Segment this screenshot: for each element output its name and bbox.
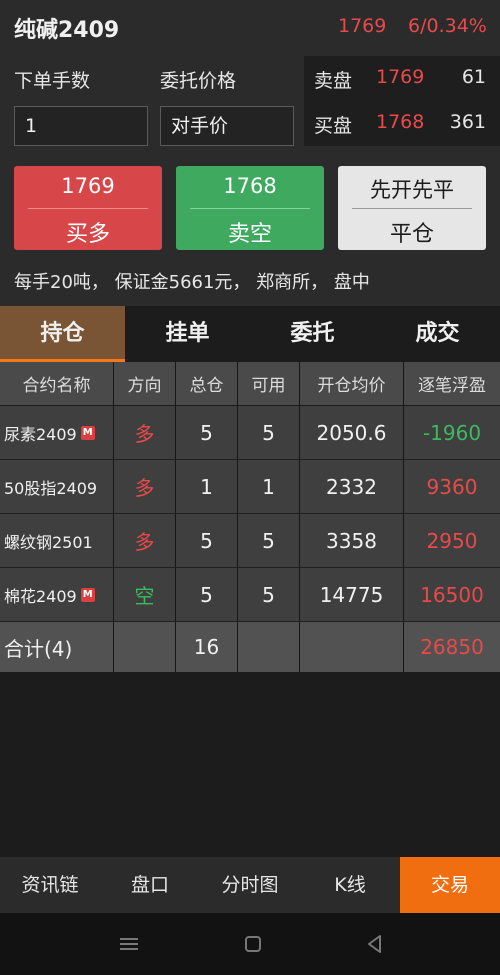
- sell-price: 1768: [223, 174, 277, 198]
- nav-intraday[interactable]: 分时图: [200, 857, 300, 913]
- contract-name: 螺纹钢2501: [4, 532, 93, 552]
- avg-price-cell: 2332: [300, 460, 404, 513]
- contract-name: 棉花2409: [4, 586, 77, 606]
- home-icon[interactable]: [241, 933, 265, 955]
- tab-positions[interactable]: 持仓: [0, 306, 125, 362]
- buy-long-button[interactable]: 1769 买多: [14, 166, 162, 250]
- available-cell: 5: [238, 406, 300, 459]
- nav-quote[interactable]: 盘口: [100, 857, 200, 913]
- total-cell: 5: [176, 568, 238, 621]
- total-available-cell: [238, 622, 300, 672]
- nav-news[interactable]: 资讯链: [0, 857, 100, 913]
- col-available: 可用: [238, 362, 300, 405]
- total-cell: 5: [176, 406, 238, 459]
- back-icon[interactable]: [363, 933, 387, 955]
- table-row[interactable]: 棉花2409 M 空 5 5 14775 16500: [0, 568, 500, 622]
- main-contract-badge: M: [80, 587, 95, 602]
- table-header: 合约名称 方向 总仓 可用 开仓均价 逐笔浮盈: [0, 362, 500, 406]
- order-panel: 下单手数 委托价格 1 对手价 卖盘 1769 61 买盘 1768 361 1…: [0, 56, 500, 306]
- buy-label: 买多: [65, 222, 110, 247]
- total-label: 合计(4): [0, 622, 114, 672]
- system-nav-bar: [0, 913, 500, 975]
- table-row[interactable]: 50股指2409 多 1 1 2332 9360: [0, 460, 500, 514]
- avg-price-cell: 3358: [300, 514, 404, 567]
- table-row[interactable]: 螺纹钢2501 多 5 5 3358 2950: [0, 514, 500, 568]
- table-row[interactable]: 尿素2409 M 多 5 5 2050.6 -1960: [0, 406, 500, 460]
- pnl-cell: -1960: [422, 420, 482, 445]
- divider: [28, 208, 148, 209]
- contract-cell: 棉花2409 M: [0, 568, 114, 621]
- header-bar: 纯碱2409 1769 6/0.34%: [0, 0, 500, 56]
- bid-label: 买盘: [314, 115, 353, 137]
- bid-row: 买盘 1768 361: [304, 101, 500, 146]
- sell-label: 卖空: [227, 222, 272, 247]
- ask-row: 卖盘 1769 61: [304, 56, 500, 101]
- total-row: 合计(4) 16 26850: [0, 622, 500, 672]
- sell-short-button[interactable]: 1768 卖空: [176, 166, 324, 250]
- contract-name: 50股指2409: [4, 478, 98, 498]
- direction-cell: 多: [114, 514, 176, 567]
- order-book: 卖盘 1769 61 买盘 1768 361: [304, 56, 500, 146]
- qty-label: 下单手数: [14, 70, 91, 92]
- price-change: 6/0.34%: [408, 15, 487, 37]
- contract-name: 尿素2409: [4, 424, 77, 444]
- contract-cell: 50股指2409: [0, 460, 114, 513]
- divider: [190, 208, 310, 209]
- total-avg-cell: [300, 622, 404, 672]
- col-avg-price: 开仓均价: [300, 362, 404, 405]
- direction-cell: 空: [114, 568, 176, 621]
- available-cell: 1: [238, 460, 300, 513]
- available-cell: 5: [238, 514, 300, 567]
- pnl-cell: 2950: [426, 528, 478, 553]
- total-cell: 5: [176, 514, 238, 567]
- close-position-button[interactable]: 先开先平 平仓: [338, 166, 486, 250]
- total-quantity: 16: [176, 622, 238, 672]
- col-total: 总仓: [176, 362, 238, 405]
- contract-cell: 尿素2409 M: [0, 406, 114, 459]
- buy-price: 1769: [61, 174, 115, 198]
- contract-title[interactable]: 纯碱2409: [14, 12, 119, 44]
- price-type-select[interactable]: 对手价: [160, 106, 294, 146]
- available-cell: 5: [238, 568, 300, 621]
- last-price: 1769: [338, 15, 387, 37]
- direction-cell: 多: [114, 460, 176, 513]
- pnl-cell: 9360: [426, 474, 478, 499]
- close-label: 平仓: [389, 222, 434, 247]
- col-direction: 方向: [114, 362, 176, 405]
- total-cell: 1: [176, 460, 238, 513]
- ask-price[interactable]: 1769: [376, 66, 424, 88]
- bid-price[interactable]: 1768: [376, 111, 424, 133]
- contract-cell: 螺纹钢2501: [0, 514, 114, 567]
- tab-orders[interactable]: 委托: [250, 306, 375, 362]
- bid-volume: 361: [449, 111, 486, 133]
- nav-trade[interactable]: 交易: [400, 857, 500, 913]
- tab-trades[interactable]: 成交: [375, 306, 500, 362]
- tab-pending[interactable]: 挂单: [125, 306, 250, 362]
- col-contract: 合约名称: [0, 362, 114, 405]
- avg-price-cell: 2050.6: [300, 406, 404, 459]
- col-pnl: 逐笔浮盈: [418, 376, 486, 396]
- bottom-nav: 资讯链 盘口 分时图 K线 交易: [0, 857, 500, 913]
- nav-kline[interactable]: K线: [300, 857, 400, 913]
- ask-volume: 61: [461, 66, 486, 88]
- total-pnl: 26850: [420, 635, 484, 659]
- position-tabs: 持仓 挂单 委托 成交: [0, 306, 500, 362]
- avg-price-cell: 14775: [300, 568, 404, 621]
- total-direction-cell: [114, 622, 176, 672]
- menu-icon[interactable]: [117, 933, 141, 955]
- main-contract-badge: M: [80, 425, 95, 440]
- direction-cell: 多: [114, 406, 176, 459]
- close-mode: 先开先平: [370, 178, 454, 202]
- quantity-input[interactable]: 1: [14, 106, 148, 146]
- divider: [352, 208, 472, 209]
- contract-info: 每手20吨， 保证金5661元， 郑商所， 盘中: [14, 272, 370, 293]
- price-type-label: 委托价格: [160, 70, 237, 92]
- pnl-cell: 16500: [420, 582, 484, 607]
- ask-label: 卖盘: [314, 70, 353, 92]
